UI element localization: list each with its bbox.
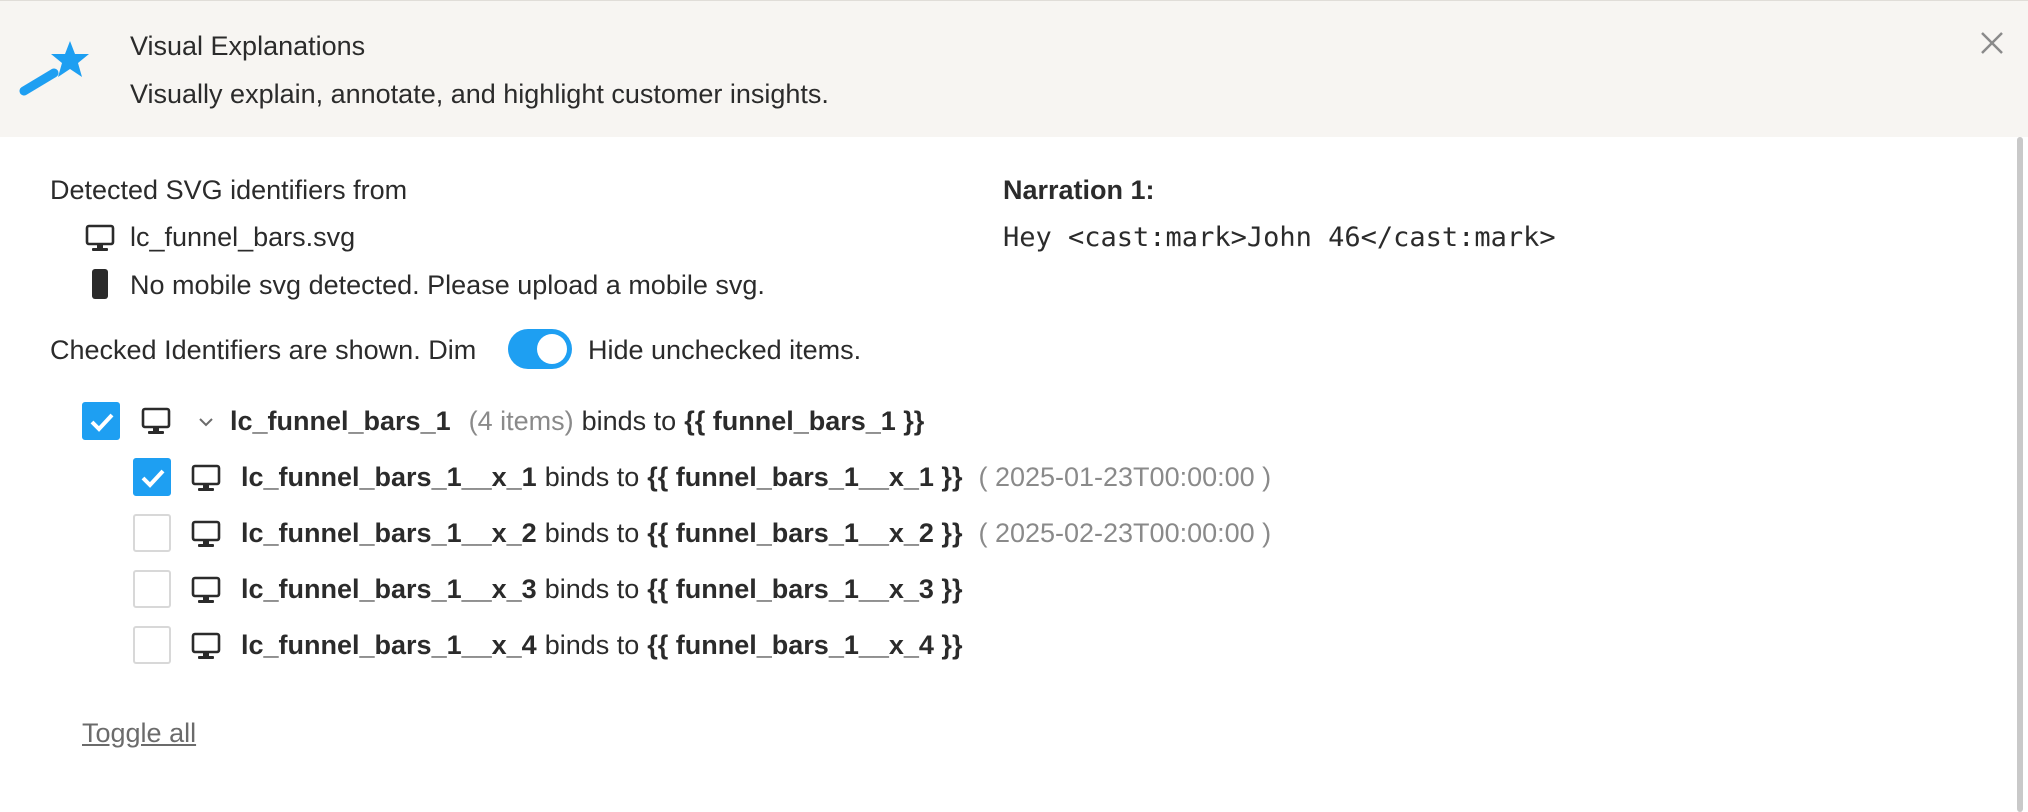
toggle-all-link[interactable]: Toggle all xyxy=(82,718,196,749)
display-option-suffix: Hide unchecked items. xyxy=(588,335,862,365)
child-identifier: lc_funnel_bars_1__x_1 xyxy=(241,462,537,492)
child-identifier: lc_funnel_bars_1__x_3 xyxy=(241,574,537,604)
child-binding: {{ funnel_bars_1__x_1 }} xyxy=(647,462,963,492)
binds-to-text: binds to xyxy=(544,630,640,660)
child-row-4: lc_funnel_bars_1__x_4 binds to {{ funnel… xyxy=(241,630,962,661)
narration-text: Hey <cast:mark>John 46</cast:mark> xyxy=(1003,222,1556,253)
narration-label: Narration 1: xyxy=(1003,175,1155,205)
hide-unchecked-toggle[interactable] xyxy=(508,329,572,369)
child-value: ( 2025-01-23T00:00:00 ) xyxy=(978,462,1272,492)
child-row-3: lc_funnel_bars_1__x_3 binds to {{ funnel… xyxy=(241,574,962,605)
binds-to-text: binds to xyxy=(544,518,640,548)
child-identifier: lc_funnel_bars_1__x_4 xyxy=(241,630,537,660)
parent-binding: {{ funnel_bars_1 }} xyxy=(684,406,925,436)
scrollbar-thumb[interactable] xyxy=(2017,137,2023,812)
detected-label: Detected SVG identifiers from xyxy=(50,175,408,205)
binds-to-text: binds to xyxy=(544,462,640,492)
page-subtitle: Visually explain, annotate, and highligh… xyxy=(130,79,829,109)
mobile-svg-message: No mobile svg detected. Please upload a … xyxy=(130,270,765,300)
child-row-1: lc_funnel_bars_1__x_1 binds to {{ funnel… xyxy=(241,462,1271,493)
check-icon xyxy=(90,413,114,432)
desktop-svg-filename: lc_funnel_bars.svg xyxy=(130,222,356,252)
child-row-2: lc_funnel_bars_1__x_2 binds to {{ funnel… xyxy=(241,518,1271,549)
binds-to-text: binds to xyxy=(544,574,640,604)
child-binding: {{ funnel_bars_1__x_2 }} xyxy=(647,518,963,548)
close-icon[interactable] xyxy=(1972,23,2012,63)
magic-wand-icon xyxy=(19,41,89,96)
desktop-icon xyxy=(191,632,221,659)
desktop-icon xyxy=(191,520,221,547)
parent-row: lc_funnel_bars_1 (4 items) binds to {{ f… xyxy=(230,406,924,437)
panel-header: Visual Explanations Visually explain, an… xyxy=(0,0,2028,137)
desktop-icon xyxy=(85,224,115,251)
child-checkbox-4[interactable] xyxy=(133,626,171,664)
desktop-icon xyxy=(191,576,221,603)
child-checkbox-3[interactable] xyxy=(133,570,171,608)
mobile-icon xyxy=(92,269,108,299)
parent-item-count: (4 items) xyxy=(468,406,574,436)
child-binding: {{ funnel_bars_1__x_4 }} xyxy=(647,630,963,660)
desktop-icon xyxy=(141,407,171,434)
child-checkbox-1[interactable] xyxy=(133,458,171,496)
child-identifier: lc_funnel_bars_1__x_2 xyxy=(241,518,537,548)
child-checkbox-2[interactable] xyxy=(133,514,171,552)
child-value: ( 2025-02-23T00:00:00 ) xyxy=(978,518,1272,548)
display-option-prefix: Checked Identifiers are shown. Dim xyxy=(50,335,477,365)
child-binding: {{ funnel_bars_1__x_3 }} xyxy=(647,574,963,604)
chevron-down-icon[interactable] xyxy=(196,412,216,432)
binds-to-text: binds to xyxy=(581,406,677,436)
parent-checkbox[interactable] xyxy=(82,402,120,440)
page-title: Visual Explanations xyxy=(130,31,366,61)
toggle-knob xyxy=(537,334,567,364)
parent-identifier: lc_funnel_bars_1 xyxy=(230,406,451,436)
check-icon xyxy=(141,469,165,488)
desktop-icon xyxy=(191,464,221,491)
